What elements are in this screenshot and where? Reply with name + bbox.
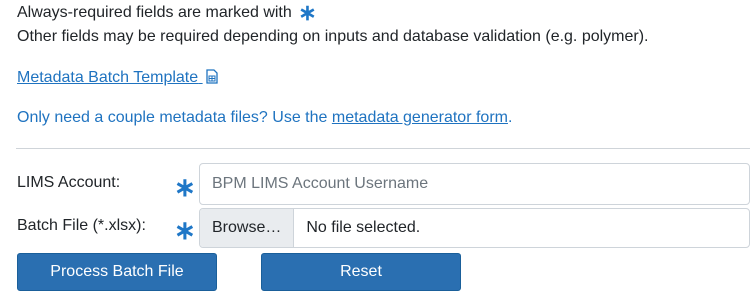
- lims-account-label: LIMS Account:: [17, 174, 121, 191]
- generator-note: Only need a couple metadata files? Use t…: [17, 107, 512, 129]
- file-status: No file selected.: [306, 219, 421, 236]
- spreadsheet-icon: [205, 69, 218, 91]
- template-link-row: Metadata Batch Template: [17, 67, 218, 91]
- required-note: Always-required fields are marked with ∗: [17, 2, 317, 24]
- validation-note: Other fields may be required depending o…: [17, 28, 649, 45]
- metadata-generator-form-link[interactable]: metadata generator form: [332, 109, 508, 126]
- process-batch-file-button[interactable]: Process Batch File: [17, 253, 217, 291]
- required-note-text: Always-required fields are marked with: [17, 4, 292, 21]
- metadata-batch-template-label: Metadata Batch Template: [17, 69, 199, 86]
- generator-note-prefix: Only need a couple metadata files? Use t…: [17, 109, 328, 126]
- browse-button[interactable]: Browse…: [200, 209, 295, 247]
- batch-file-required-asterisk-icon: ∗: [174, 215, 196, 245]
- required-asterisk-icon: ∗: [298, 0, 317, 25]
- batch-file-input[interactable]: Browse… No file selected.: [199, 208, 750, 248]
- reset-button[interactable]: Reset: [261, 253, 461, 291]
- lims-account-input[interactable]: [199, 163, 750, 205]
- batch-file-label: Batch File (*.xlsx):: [17, 217, 146, 234]
- lims-required-asterisk-icon: ∗: [174, 172, 196, 202]
- generator-note-suffix: .: [507, 109, 513, 126]
- divider: [16, 148, 750, 149]
- metadata-batch-template-link[interactable]: Metadata Batch Template: [17, 69, 203, 86]
